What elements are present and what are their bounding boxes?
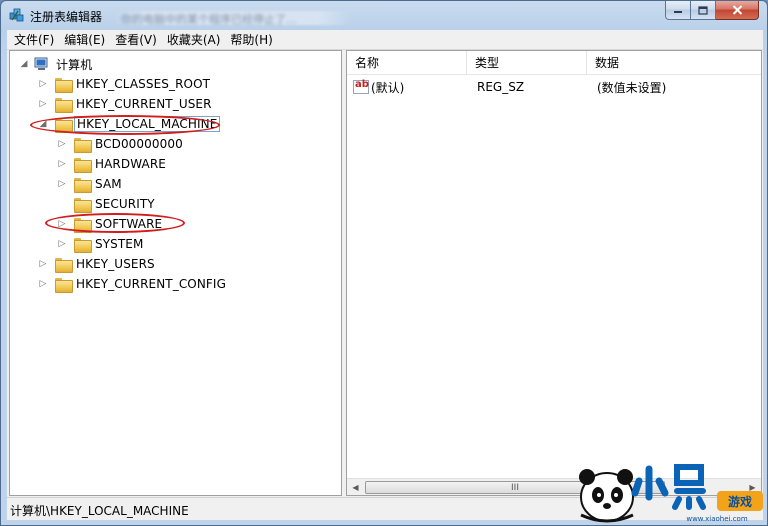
expander-placeholder bbox=[56, 198, 68, 210]
value-name: (默认) bbox=[371, 80, 405, 95]
tree-item-computer[interactable]: ◢ 计算机 bbox=[18, 54, 94, 74]
value-row-default[interactable]: ab (默认) REG_SZ (数值未设置) bbox=[347, 77, 666, 97]
tree-label: HKEY_CURRENT_CONFIG bbox=[76, 277, 226, 291]
blurred-background-title: 你的电脑中的某个程序已经停止了... bbox=[113, 11, 353, 26]
folder-icon bbox=[74, 137, 92, 153]
tree-item-hardware[interactable]: ▷ HARDWARE bbox=[56, 154, 168, 174]
status-path: 计算机\HKEY_LOCAL_MACHINE bbox=[10, 504, 189, 518]
folder-icon bbox=[55, 257, 73, 273]
expand-arrow-icon[interactable]: ▷ bbox=[56, 178, 68, 190]
folder-icon bbox=[74, 177, 92, 193]
tree-item-hkey-users[interactable]: ▷ HKEY_USERS bbox=[37, 254, 157, 274]
tree-item-bcd00000000[interactable]: ▷ BCD00000000 bbox=[56, 134, 185, 154]
collapse-arrow-icon[interactable]: ◢ bbox=[18, 58, 30, 70]
regedit-window: 注册表编辑器 你的电脑中的某个程序已经停止了... 文件(F) 编辑(E) 查看… bbox=[0, 0, 768, 526]
menu-favorites[interactable]: 收藏夹(A) bbox=[162, 30, 226, 50]
tree-label: HKEY_CURRENT_USER bbox=[76, 97, 212, 111]
folder-icon bbox=[74, 237, 92, 253]
folder-icon bbox=[74, 157, 92, 173]
title-bar[interactable]: 注册表编辑器 你的电脑中的某个程序已经停止了... bbox=[1, 1, 767, 30]
tree-item-hkey-current-user[interactable]: ▷ HKEY_CURRENT_USER bbox=[37, 94, 214, 114]
tree-label: HKEY_CLASSES_ROOT bbox=[76, 77, 211, 91]
highlight-ellipse-local-machine bbox=[30, 115, 220, 135]
expand-arrow-icon[interactable]: ▷ bbox=[56, 158, 68, 170]
svg-text:游戏: 游戏 bbox=[728, 494, 752, 509]
registry-editor-icon bbox=[9, 8, 24, 22]
value-type: REG_SZ bbox=[477, 80, 525, 94]
expand-arrow-icon[interactable]: ▷ bbox=[37, 278, 49, 290]
column-header-data[interactable]: 数据 bbox=[587, 51, 761, 75]
values-list-pane[interactable]: 名称 类型 数据 ab (默认) REG_SZ (数值未设置) ◀ III ▶ bbox=[346, 50, 762, 496]
column-header-name[interactable]: 名称 bbox=[347, 51, 467, 75]
column-header-type[interactable]: 类型 bbox=[467, 51, 587, 75]
menu-edit[interactable]: 编辑(E) bbox=[59, 30, 110, 50]
value-data: (数值未设置) bbox=[597, 80, 667, 95]
menu-file[interactable]: 文件(F) bbox=[9, 30, 59, 50]
tree-label: HKEY_USERS bbox=[76, 257, 155, 271]
minimize-button[interactable] bbox=[665, 1, 691, 20]
expand-arrow-icon[interactable]: ▷ bbox=[37, 98, 49, 110]
brand-lettering: 游戏 www.xiaohei.com bbox=[631, 464, 763, 523]
svg-text:www.xiaohei.com: www.xiaohei.com bbox=[686, 515, 747, 523]
menu-bar: 文件(F) 编辑(E) 查看(V) 收藏夹(A) 帮助(H) bbox=[7, 30, 763, 50]
panda-mascot-icon bbox=[579, 469, 634, 523]
key-tree-pane[interactable]: ◢ 计算机 ▷ HKEY_CLASSES_ROOT ▷ HKEY_CURRENT… bbox=[9, 50, 342, 496]
tree-label: BCD00000000 bbox=[95, 137, 183, 151]
list-header: 名称 类型 数据 bbox=[347, 51, 761, 75]
scroll-left-arrow-icon[interactable]: ◀ bbox=[347, 479, 364, 495]
close-icon bbox=[732, 5, 742, 15]
tree-label: SAM bbox=[95, 177, 122, 191]
tree-label: HARDWARE bbox=[95, 157, 166, 171]
folder-icon bbox=[55, 77, 73, 93]
folder-icon bbox=[55, 277, 73, 293]
expand-arrow-icon[interactable]: ▷ bbox=[56, 138, 68, 150]
highlight-ellipse-software bbox=[45, 213, 185, 233]
tree-item-hkey-current-config[interactable]: ▷ HKEY_CURRENT_CONFIG bbox=[37, 274, 228, 294]
computer-icon bbox=[34, 57, 48, 70]
tree-item-security[interactable]: SECURITY bbox=[56, 194, 157, 214]
close-button[interactable] bbox=[716, 1, 759, 20]
expand-arrow-icon[interactable]: ▷ bbox=[37, 78, 49, 90]
maximize-icon bbox=[698, 5, 708, 15]
tree-item-hkey-classes-root[interactable]: ▷ HKEY_CLASSES_ROOT bbox=[37, 74, 212, 94]
tree-label: SYSTEM bbox=[95, 237, 144, 251]
expand-arrow-icon[interactable]: ▷ bbox=[56, 238, 68, 250]
tree-item-sam[interactable]: ▷ SAM bbox=[56, 174, 124, 194]
window-title: 注册表编辑器 bbox=[30, 10, 103, 24]
menu-view[interactable]: 查看(V) bbox=[110, 30, 162, 50]
maximize-button[interactable] bbox=[691, 1, 716, 20]
expand-arrow-icon[interactable]: ▷ bbox=[37, 258, 49, 270]
string-value-icon: ab bbox=[353, 79, 369, 94]
tree-item-system[interactable]: ▷ SYSTEM bbox=[56, 234, 145, 254]
menu-help[interactable]: 帮助(H) bbox=[225, 30, 277, 50]
site-watermark-logo: 游戏 www.xiaohei.com bbox=[579, 464, 763, 523]
tree-label: SECURITY bbox=[95, 197, 155, 211]
folder-icon bbox=[74, 197, 92, 213]
folder-icon bbox=[55, 97, 73, 113]
tree-label-computer: 计算机 bbox=[56, 57, 93, 72]
minimize-icon bbox=[674, 11, 682, 13]
client-area: ◢ 计算机 ▷ HKEY_CLASSES_ROOT ▷ HKEY_CURRENT… bbox=[7, 50, 763, 497]
